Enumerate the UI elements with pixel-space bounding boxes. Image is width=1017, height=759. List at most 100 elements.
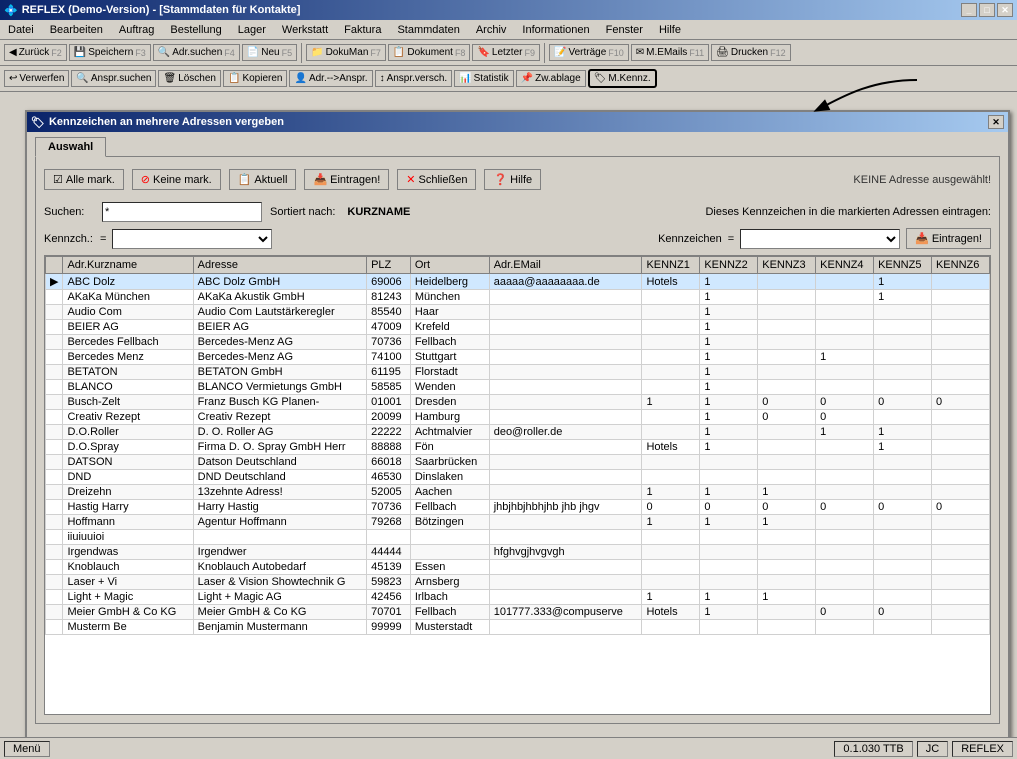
col-kennz3[interactable]: KENNZ3 bbox=[758, 257, 816, 274]
last-button[interactable]: 🔖 Letzter F9 bbox=[472, 44, 540, 61]
hilfe-button[interactable]: ❓ Hilfe bbox=[484, 169, 541, 190]
col-kennz4[interactable]: KENNZ4 bbox=[816, 257, 874, 274]
table-row[interactable]: D.O.SprayFirma D. O. Spray GmbH Herr8888… bbox=[46, 440, 990, 455]
table-row[interactable]: Hastig HarryHarry Hastig70736Fellbachjhb… bbox=[46, 500, 990, 515]
search-label: Suchen: bbox=[44, 206, 94, 218]
save-button[interactable]: 💾 Speichern F3 bbox=[69, 44, 151, 61]
table-row[interactable]: DATSONDatson Deutschland66018Saarbrücken bbox=[46, 455, 990, 470]
table-row[interactable]: Bercedes FellbachBercedes-Menz AG70736Fe… bbox=[46, 335, 990, 350]
table-container[interactable]: Adr.Kurzname Adresse PLZ Ort Adr.EMail K… bbox=[44, 255, 991, 715]
mkennz-button[interactable]: 🏷 M.Kennz. bbox=[588, 69, 657, 88]
zw-ablage-icon: 📌 bbox=[521, 73, 533, 84]
menu-bestellung[interactable]: Bestellung bbox=[166, 22, 225, 38]
aktuell-button[interactable]: 📋 Aktuell bbox=[229, 169, 297, 190]
col-kennz5[interactable]: KENNZ5 bbox=[874, 257, 932, 274]
document-button[interactable]: 📋 Dokument F8 bbox=[388, 44, 471, 61]
col-kennz1[interactable]: KENNZ1 bbox=[642, 257, 700, 274]
statistik-button[interactable]: 📊 Statistik bbox=[454, 70, 513, 87]
status-code: JC bbox=[917, 741, 948, 757]
window-title: REFLEX (Demo-Version) - [Stammdaten für … bbox=[22, 4, 301, 16]
anspr-search-button[interactable]: 🔍 Anspr.suchen bbox=[71, 70, 156, 87]
eintragen-right-button[interactable]: 📥 Eintragen! bbox=[906, 228, 991, 249]
eintragen-top-icon: 📥 bbox=[313, 173, 327, 186]
col-kurzname[interactable]: Adr.Kurzname bbox=[63, 257, 193, 274]
dialog-title-bar: 🏷 Kennzeichen an mehrere Adressen vergeb… bbox=[27, 112, 1008, 132]
table-row[interactable]: IrgendwasIrgendwer44444hfghvgjhvgvgh bbox=[46, 545, 990, 560]
table-row[interactable]: Busch-ZeltFranz Busch KG Planen-01001Dre… bbox=[46, 395, 990, 410]
col-email[interactable]: Adr.EMail bbox=[489, 257, 642, 274]
schliessen-button[interactable]: ✕ Schließen bbox=[397, 169, 476, 190]
adr-anspr-button[interactable]: 👤 Adr.-->Anspr. bbox=[289, 70, 372, 87]
dialog-close-button[interactable]: ✕ bbox=[988, 115, 1004, 129]
table-header-row: Adr.Kurzname Adresse PLZ Ort Adr.EMail K… bbox=[46, 257, 990, 274]
menu-fenster[interactable]: Fenster bbox=[602, 22, 647, 38]
col-ort[interactable]: Ort bbox=[410, 257, 489, 274]
anspr-versch-button[interactable]: ↕ Anspr.versch. bbox=[375, 70, 453, 87]
menu-hilfe[interactable]: Hilfe bbox=[655, 22, 685, 38]
col-marker bbox=[46, 257, 63, 274]
memails-button[interactable]: ✉ M.EMails F11 bbox=[631, 44, 709, 61]
adr-search-button[interactable]: 🔍 Adr.suchen F4 bbox=[153, 44, 240, 61]
menu-auftrag[interactable]: Auftrag bbox=[115, 22, 158, 38]
col-adresse[interactable]: Adresse bbox=[193, 257, 366, 274]
table-row[interactable]: ▶ABC DolzABC Dolz GmbH69006Heidelbergaaa… bbox=[46, 274, 990, 290]
contracts-button[interactable]: 📝 Verträge F10 bbox=[549, 44, 629, 61]
memails-icon: ✉ bbox=[636, 47, 644, 58]
search-input[interactable] bbox=[102, 202, 262, 222]
col-kennz2[interactable]: KENNZ2 bbox=[700, 257, 758, 274]
table-row[interactable]: Dreizehn13zehnte Adress!52005Aachen111 bbox=[46, 485, 990, 500]
close-button[interactable]: ✕ bbox=[997, 3, 1013, 17]
menu-archiv[interactable]: Archiv bbox=[472, 22, 511, 38]
table-row[interactable]: KnoblauchKnoblauch Autobedarf45139Essen bbox=[46, 560, 990, 575]
kennz-eq: = bbox=[100, 233, 106, 245]
menu-bearbeiten[interactable]: Bearbeiten bbox=[46, 22, 107, 38]
eintragen-top-button[interactable]: 📥 Eintragen! bbox=[304, 169, 389, 190]
table-row[interactable]: Musterm BeBenjamin Mustermann99999Muster… bbox=[46, 620, 990, 635]
table-row[interactable]: iiuiuuioi bbox=[46, 530, 990, 545]
new-button[interactable]: 📄 Neu F5 bbox=[242, 44, 297, 61]
copy-button[interactable]: 📋 Kopieren bbox=[223, 70, 287, 87]
table-row[interactable]: Light + MagicLight + Magic AG42456Irlbac… bbox=[46, 590, 990, 605]
table-row[interactable]: Meier GmbH & Co KGMeier GmbH & Co KG7070… bbox=[46, 605, 990, 620]
back-button[interactable]: ◀ Zurück F2 bbox=[4, 44, 67, 61]
table-row[interactable]: BEIER AGBEIER AG47009Krefeld1 bbox=[46, 320, 990, 335]
menu-datei[interactable]: Datei bbox=[4, 22, 38, 38]
table-body: ▶ABC DolzABC Dolz GmbH69006Heidelbergaaa… bbox=[46, 274, 990, 635]
keine-mark-button[interactable]: ⊘ Keine mark. bbox=[132, 169, 221, 190]
table-row[interactable]: Laser + ViLaser & Vision Showtechnik G59… bbox=[46, 575, 990, 590]
alle-mark-button[interactable]: ☑ Alle mark. bbox=[44, 169, 124, 190]
table-row[interactable]: HoffmannAgentur Hoffmann79268Bötzingen11… bbox=[46, 515, 990, 530]
table-row[interactable]: Creativ RezeptCreativ Rezept20099Hamburg… bbox=[46, 410, 990, 425]
toolbar-2: ↩ Verwerfen 🔍 Anspr.suchen 🗑 Löschen 📋 K… bbox=[0, 66, 1017, 92]
menu-faktura[interactable]: Faktura bbox=[340, 22, 385, 38]
kennz-right: Kennzeichen = 📥 Eintragen! bbox=[658, 228, 991, 249]
dokuman-button[interactable]: 📁 DokuMan F7 bbox=[306, 44, 386, 61]
discard-button[interactable]: ↩ Verwerfen bbox=[4, 70, 69, 87]
kennz-select[interactable] bbox=[112, 229, 272, 249]
menu-werkstatt[interactable]: Werkstatt bbox=[278, 22, 332, 38]
dokuman-icon: 📁 bbox=[311, 47, 323, 58]
menu-lager[interactable]: Lager bbox=[234, 22, 270, 38]
kennz-right-label: Kennzeichen bbox=[658, 233, 722, 245]
print-button[interactable]: 🖨 Drucken F12 bbox=[711, 44, 790, 61]
menu-informationen[interactable]: Informationen bbox=[518, 22, 593, 38]
minimize-button[interactable]: _ bbox=[961, 3, 977, 17]
zw-ablage-button[interactable]: 📌 Zw.ablage bbox=[516, 70, 586, 87]
table-row[interactable]: Audio ComAudio Com Lautstärkeregler85540… bbox=[46, 305, 990, 320]
kennz-right-select[interactable] bbox=[740, 229, 900, 249]
table-row[interactable]: BLANCOBLANCO Vermietungs GmbH58585Wenden… bbox=[46, 380, 990, 395]
table-row[interactable]: DNDDND Deutschland46530Dinslaken bbox=[46, 470, 990, 485]
table-row[interactable]: D.O.RollerD. O. Roller AG22222Achtmalvie… bbox=[46, 425, 990, 440]
table-row[interactable]: AKaKa MünchenAKaKa Akustik GmbH81243Münc… bbox=[46, 290, 990, 305]
delete-button[interactable]: 🗑 Löschen bbox=[158, 70, 221, 87]
col-kennz6[interactable]: KENNZ6 bbox=[931, 257, 989, 274]
table-row[interactable]: Bercedes MenzBercedes-Menz AG74100Stuttg… bbox=[46, 350, 990, 365]
dialog-icon: 🏷 bbox=[31, 116, 45, 129]
menu-stammdaten[interactable]: Stammdaten bbox=[393, 22, 463, 38]
tab-auswahl[interactable]: Auswahl bbox=[35, 137, 106, 157]
col-plz[interactable]: PLZ bbox=[367, 257, 411, 274]
maximize-button[interactable]: □ bbox=[979, 3, 995, 17]
status-menu[interactable]: Menü bbox=[4, 741, 50, 757]
statistik-icon: 📊 bbox=[459, 73, 471, 84]
table-row[interactable]: BETATONBETATON GmbH61195Florstadt1 bbox=[46, 365, 990, 380]
